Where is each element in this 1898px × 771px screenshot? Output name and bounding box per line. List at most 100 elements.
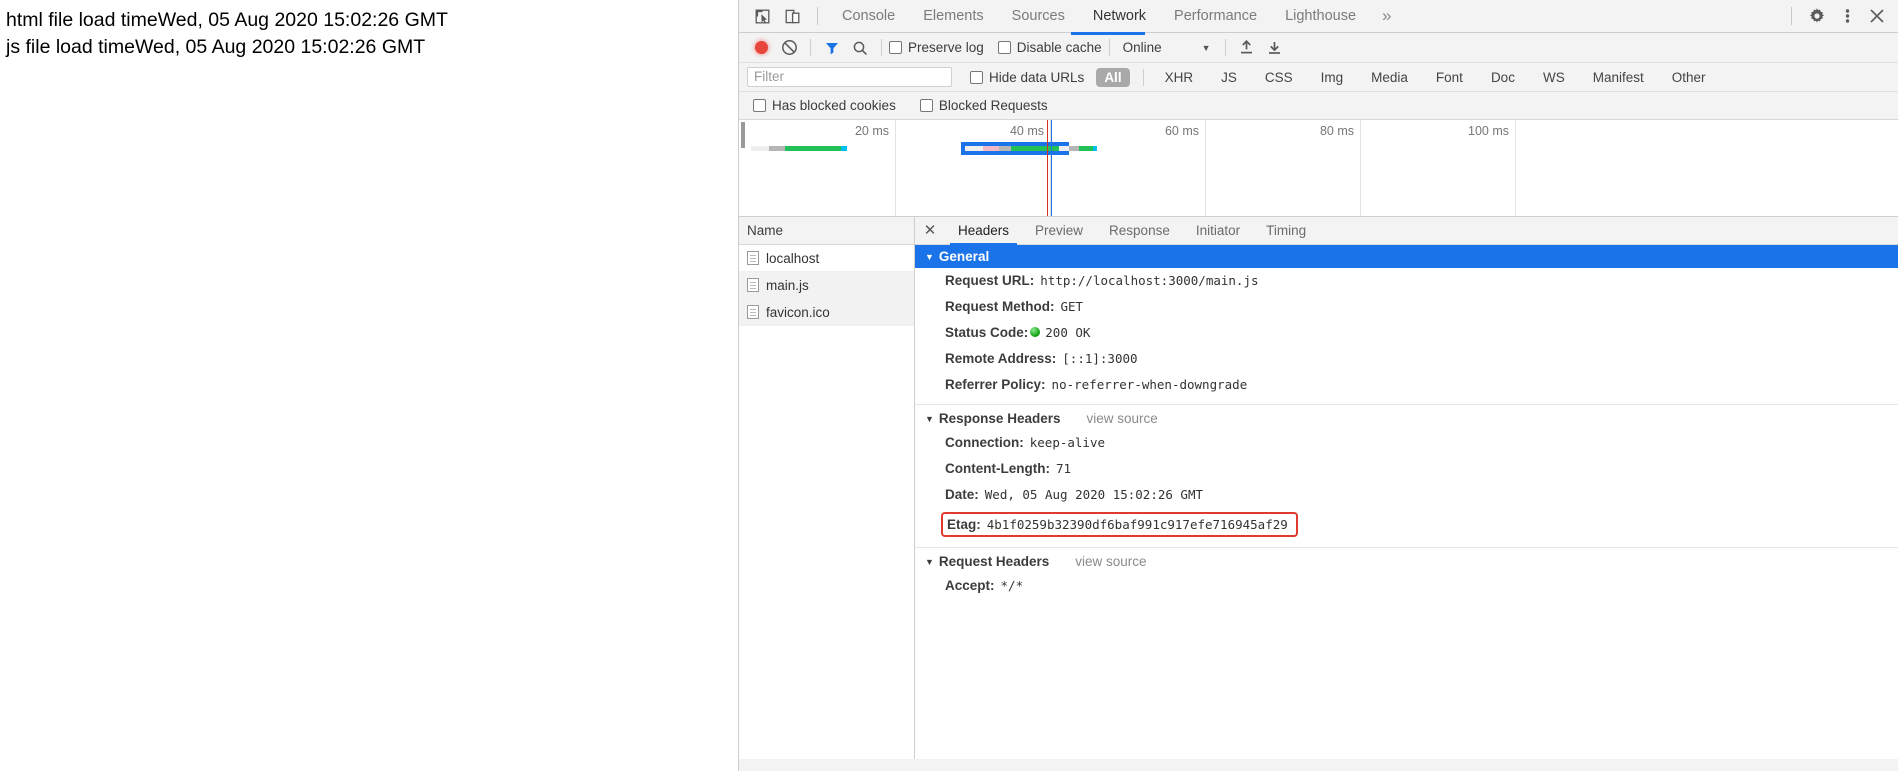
tab-console[interactable]: Console bbox=[828, 0, 909, 33]
disable-cache-checkbox[interactable]: Disable cache bbox=[998, 40, 1102, 55]
tab-performance[interactable]: Performance bbox=[1160, 0, 1271, 33]
remote-address-value: [::1]:3000 bbox=[1062, 349, 1137, 369]
tab-lighthouse[interactable]: Lighthouse bbox=[1271, 0, 1370, 33]
detail-tab-response[interactable]: Response bbox=[1096, 217, 1183, 245]
general-row-request-url: Request URL: http://localhost:3000/main.… bbox=[915, 268, 1898, 294]
filter-type-ws[interactable]: WS bbox=[1535, 68, 1573, 87]
overview-gridline bbox=[895, 120, 896, 216]
record-button[interactable] bbox=[747, 35, 775, 61]
filter-type-font[interactable]: Font bbox=[1428, 68, 1471, 87]
date-value: Wed, 05 Aug 2020 15:02:26 GMT bbox=[985, 485, 1203, 505]
general-row-remote-address: Remote Address: [::1]:3000 bbox=[915, 346, 1898, 372]
chevron-down-icon[interactable]: ▼ bbox=[1202, 43, 1211, 53]
devtools-panel: Console Elements Sources Network Perform… bbox=[738, 0, 1898, 771]
request-headers-section-header[interactable]: ▼ Request Headers view source bbox=[915, 550, 1898, 573]
throttle-select[interactable]: Online bbox=[1117, 40, 1168, 55]
request-row-localhost[interactable]: localhost bbox=[739, 245, 914, 272]
hide-data-urls-label: Hide data URLs bbox=[989, 70, 1084, 85]
filter-type-img[interactable]: Img bbox=[1313, 68, 1352, 87]
gear-icon[interactable] bbox=[1802, 2, 1832, 30]
response-view-source-link[interactable]: view source bbox=[1086, 411, 1157, 426]
detail-tab-preview[interactable]: Preview bbox=[1022, 217, 1096, 245]
overview-tick-60ms: 60 ms bbox=[1165, 124, 1205, 138]
tab-elements[interactable]: Elements bbox=[909, 0, 997, 33]
request-name-localhost: localhost bbox=[766, 251, 819, 266]
close-detail-icon[interactable]: ✕ bbox=[915, 217, 945, 245]
filter-type-css[interactable]: CSS bbox=[1257, 68, 1301, 87]
toolbar-divider-4 bbox=[1225, 39, 1226, 56]
overview-bar-localhost bbox=[751, 146, 847, 151]
filter-funnel-icon[interactable] bbox=[818, 35, 846, 61]
overview-gridline bbox=[1360, 120, 1361, 216]
filter-type-manifest[interactable]: Manifest bbox=[1585, 68, 1652, 87]
filter-type-js[interactable]: JS bbox=[1213, 68, 1245, 87]
response-row-date: Date: Wed, 05 Aug 2020 15:02:26 GMT bbox=[915, 482, 1898, 508]
disable-cache-label: Disable cache bbox=[1017, 40, 1102, 55]
filter-type-other[interactable]: Other bbox=[1664, 68, 1714, 87]
etag-value: 4b1f0259b32390df6baf991c917efe716945af29 bbox=[987, 517, 1288, 532]
request-row-accept: Accept: */* bbox=[915, 573, 1898, 599]
referrer-policy-value: no-referrer-when-downgrade bbox=[1052, 375, 1248, 395]
filter-input[interactable]: Filter bbox=[747, 67, 952, 87]
blocked-requests-checkbox[interactable]: Blocked Requests bbox=[920, 98, 1048, 113]
tab-sources[interactable]: Sources bbox=[998, 0, 1079, 33]
hide-data-urls-checkbox-box[interactable] bbox=[970, 71, 983, 84]
network-tab-active-underline bbox=[1071, 32, 1145, 35]
request-list-column-name[interactable]: Name bbox=[739, 217, 914, 245]
has-blocked-cookies-checkbox-box[interactable] bbox=[753, 99, 766, 112]
preserve-log-checkbox-box[interactable] bbox=[889, 41, 902, 54]
filter-divider bbox=[1143, 69, 1144, 86]
remote-address-key: Remote Address: bbox=[945, 349, 1056, 369]
preserve-log-checkbox[interactable]: Preserve log bbox=[889, 40, 984, 55]
request-method-key: Request Method: bbox=[945, 297, 1055, 317]
overview-tick-100ms: 100 ms bbox=[1468, 124, 1515, 138]
general-section-header[interactable]: ▼ General bbox=[915, 245, 1898, 268]
has-blocked-cookies-checkbox[interactable]: Has blocked cookies bbox=[753, 98, 896, 113]
network-toolbar: Preserve log Disable cache Online ▼ bbox=[739, 33, 1898, 63]
connection-key: Connection: bbox=[945, 433, 1024, 453]
hide-data-urls-checkbox[interactable]: Hide data URLs bbox=[970, 70, 1084, 85]
filter-type-doc[interactable]: Doc bbox=[1483, 68, 1523, 87]
detail-tab-timing[interactable]: Timing bbox=[1253, 217, 1319, 245]
etag-key: Etag: bbox=[947, 517, 981, 532]
network-overview-waterfall[interactable]: 20 ms 40 ms 60 ms 80 ms 100 ms bbox=[739, 120, 1898, 217]
request-row-mainjs[interactable]: main.js bbox=[739, 272, 914, 299]
import-har-icon[interactable] bbox=[1233, 35, 1261, 61]
request-row-favicon[interactable]: favicon.ico bbox=[739, 299, 914, 326]
close-icon[interactable] bbox=[1862, 2, 1892, 30]
request-view-source-link[interactable]: view source bbox=[1075, 554, 1146, 569]
request-method-value: GET bbox=[1061, 297, 1084, 317]
disable-cache-checkbox-box[interactable] bbox=[998, 41, 1011, 54]
tab-network[interactable]: Network bbox=[1079, 0, 1160, 33]
more-vertical-icon[interactable] bbox=[1832, 2, 1862, 30]
request-list-pane: Name localhost main.js favicon.ico bbox=[739, 217, 915, 759]
filter-type-xhr[interactable]: XHR bbox=[1157, 68, 1202, 87]
detail-tab-headers[interactable]: Headers bbox=[945, 217, 1022, 245]
date-key: Date: bbox=[945, 485, 979, 505]
screenshot-root: html file load timeWed, 05 Aug 2020 15:0… bbox=[0, 0, 1898, 771]
devtools-tabbar-actions bbox=[1781, 2, 1898, 30]
html-load-time-text: html file load timeWed, 05 Aug 2020 15:0… bbox=[0, 9, 448, 32]
request-detail-pane: ✕ Headers Preview Response Initiator Tim… bbox=[915, 217, 1898, 759]
content-length-key: Content-Length: bbox=[945, 459, 1050, 479]
response-row-content-length: Content-Length: 71 bbox=[915, 456, 1898, 482]
search-icon[interactable] bbox=[846, 35, 874, 61]
clear-button[interactable] bbox=[775, 35, 803, 61]
filter-type-media[interactable]: Media bbox=[1363, 68, 1416, 87]
filter-type-all[interactable]: All bbox=[1096, 68, 1129, 87]
detail-tab-initiator[interactable]: Initiator bbox=[1183, 217, 1253, 245]
device-toolbar-icon[interactable] bbox=[777, 2, 807, 30]
overview-left-handle[interactable] bbox=[741, 122, 745, 148]
blocked-requests-checkbox-box[interactable] bbox=[920, 99, 933, 112]
network-main-split: Name localhost main.js favicon.ico ✕ bbox=[739, 217, 1898, 759]
etag-highlight-wrapper: Etag: 4b1f0259b32390df6baf991c917efe7169… bbox=[915, 508, 1898, 541]
overview-load-event-line bbox=[1051, 120, 1052, 216]
inspect-element-icon[interactable] bbox=[747, 2, 777, 30]
accept-value: */* bbox=[1001, 576, 1024, 596]
browser-page-content: html file load timeWed, 05 Aug 2020 15:0… bbox=[0, 0, 738, 771]
overview-tick-20ms: 20 ms bbox=[855, 124, 895, 138]
response-headers-section-header[interactable]: ▼ Response Headers view source bbox=[915, 407, 1898, 430]
export-har-icon[interactable] bbox=[1261, 35, 1289, 61]
more-tabs-icon[interactable]: » bbox=[1370, 6, 1403, 26]
tabbar-divider bbox=[817, 7, 818, 25]
